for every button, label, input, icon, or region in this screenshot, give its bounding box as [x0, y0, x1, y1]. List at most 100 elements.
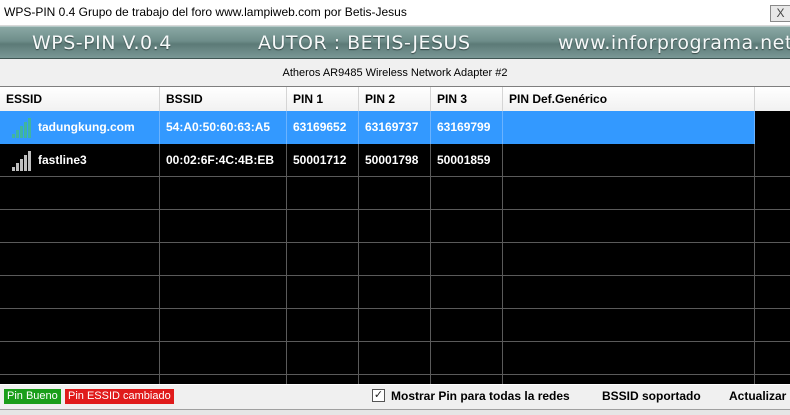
title-bar: WPS-PIN 0.4 Grupo de trabajo del foro ww…	[0, 0, 790, 26]
signal-strength-icon	[12, 151, 34, 171]
show-all-pins-label[interactable]: Mostrar Pin para todas la redes	[391, 389, 570, 403]
empty-cell	[431, 375, 503, 384]
status-bar: Pin Bueno Pin ESSID cambiado ✓ Mostrar P…	[0, 384, 790, 415]
empty-table-row	[0, 342, 790, 375]
banner-website: www.inforprograma.net	[558, 32, 790, 54]
empty-cell	[755, 243, 790, 276]
close-button[interactable]: X	[770, 5, 790, 22]
empty-cell	[359, 375, 431, 384]
empty-cell	[431, 243, 503, 276]
column-header-pin2[interactable]: PIN 2	[359, 87, 431, 111]
network-grid[interactable]: ESSID BSSID PIN 1 PIN 2 PIN 3 PIN Def.Ge…	[0, 86, 790, 384]
empty-table-row	[0, 309, 790, 342]
empty-cell	[755, 342, 790, 375]
empty-cell	[503, 276, 755, 309]
cell-pin3: 50001859	[431, 144, 503, 177]
empty-cell	[755, 276, 790, 309]
empty-cell	[287, 177, 359, 210]
cell-pin-def	[503, 111, 755, 144]
empty-cell	[503, 342, 755, 375]
cell-essid: fastline3	[0, 144, 160, 177]
cell-pin3: 63169799	[431, 111, 503, 144]
empty-table-row	[0, 210, 790, 243]
empty-cell	[287, 342, 359, 375]
cell-pin2: 63169737	[359, 111, 431, 144]
header-banner: WPS-PIN V.0.4 AUTOR : BETIS-JESUS www.in…	[0, 26, 790, 59]
empty-cell	[755, 375, 790, 384]
empty-cell	[359, 276, 431, 309]
empty-cell	[755, 210, 790, 243]
empty-cell	[287, 309, 359, 342]
empty-cell	[755, 177, 790, 210]
banner-author: AUTOR : BETIS-JESUS	[258, 32, 471, 54]
empty-cell	[431, 309, 503, 342]
empty-cell	[431, 177, 503, 210]
empty-cell	[503, 177, 755, 210]
actualizar-button[interactable]: Actualizar	[729, 389, 786, 403]
table-row[interactable]: tadungkung.com 54:A0:50:60:63:A5 6316965…	[0, 111, 790, 144]
empty-cell	[0, 177, 160, 210]
empty-cell	[287, 243, 359, 276]
empty-cell	[359, 243, 431, 276]
empty-table-row	[0, 177, 790, 210]
window-bottom-edge	[0, 409, 790, 415]
cell-filler	[755, 144, 790, 177]
column-header-pin1[interactable]: PIN 1	[287, 87, 359, 111]
empty-cell	[431, 276, 503, 309]
empty-cell	[0, 375, 160, 384]
empty-cell	[160, 243, 287, 276]
empty-cell	[287, 375, 359, 384]
cell-bssid: 54:A0:50:60:63:A5	[160, 111, 287, 144]
empty-cell	[503, 309, 755, 342]
empty-cell	[0, 276, 160, 309]
column-header-bssid[interactable]: BSSID	[160, 87, 287, 111]
table-row[interactable]: fastline3 00:02:6F:4C:4B:EB 50001712 500…	[0, 144, 790, 177]
grid-header: ESSID BSSID PIN 1 PIN 2 PIN 3 PIN Def.Ge…	[0, 87, 790, 111]
empty-cell	[503, 375, 755, 384]
legend-pin-essid-cambiado: Pin ESSID cambiado	[65, 389, 174, 404]
cell-pin2: 50001798	[359, 144, 431, 177]
column-header-pin-def[interactable]: PIN Def.Genérico	[503, 87, 755, 111]
empty-table-row	[0, 276, 790, 309]
cell-essid: tadungkung.com	[0, 111, 160, 144]
bssid-soportado-button[interactable]: BSSID soportado	[602, 389, 701, 403]
empty-cell	[287, 276, 359, 309]
window-title: WPS-PIN 0.4 Grupo de trabajo del foro ww…	[4, 5, 407, 19]
cell-pin-def	[503, 144, 755, 177]
empty-cell	[359, 177, 431, 210]
empty-cell	[503, 210, 755, 243]
essid-value: fastline3	[38, 153, 87, 167]
empty-cell	[160, 210, 287, 243]
empty-table-row	[0, 375, 790, 384]
column-header-filler	[755, 87, 790, 111]
empty-cell	[160, 309, 287, 342]
empty-cell	[160, 276, 287, 309]
cell-pin1: 50001712	[287, 144, 359, 177]
cell-pin1: 63169652	[287, 111, 359, 144]
empty-cell	[359, 342, 431, 375]
show-all-pins-checkbox[interactable]: ✓	[372, 389, 385, 402]
column-header-essid[interactable]: ESSID	[0, 87, 160, 111]
cell-filler	[755, 111, 790, 144]
empty-cell	[359, 210, 431, 243]
legend-pin-bueno: Pin Bueno	[4, 389, 61, 404]
empty-cell	[0, 309, 160, 342]
empty-cell	[160, 375, 287, 384]
empty-cell	[0, 342, 160, 375]
empty-cell	[287, 210, 359, 243]
empty-cell	[0, 210, 160, 243]
essid-value: tadungkung.com	[38, 120, 135, 134]
empty-cell	[0, 243, 160, 276]
empty-table-row	[0, 243, 790, 276]
empty-cell	[160, 342, 287, 375]
empty-cell	[431, 210, 503, 243]
signal-strength-icon	[12, 118, 34, 138]
adapter-name: Atheros AR9485 Wireless Network Adapter …	[282, 67, 508, 79]
empty-cell	[503, 243, 755, 276]
empty-cell	[359, 309, 431, 342]
empty-cell	[160, 177, 287, 210]
banner-app-name: WPS-PIN V.0.4	[32, 32, 172, 54]
cell-bssid: 00:02:6F:4C:4B:EB	[160, 144, 287, 177]
column-header-pin3[interactable]: PIN 3	[431, 87, 503, 111]
empty-cell	[431, 342, 503, 375]
